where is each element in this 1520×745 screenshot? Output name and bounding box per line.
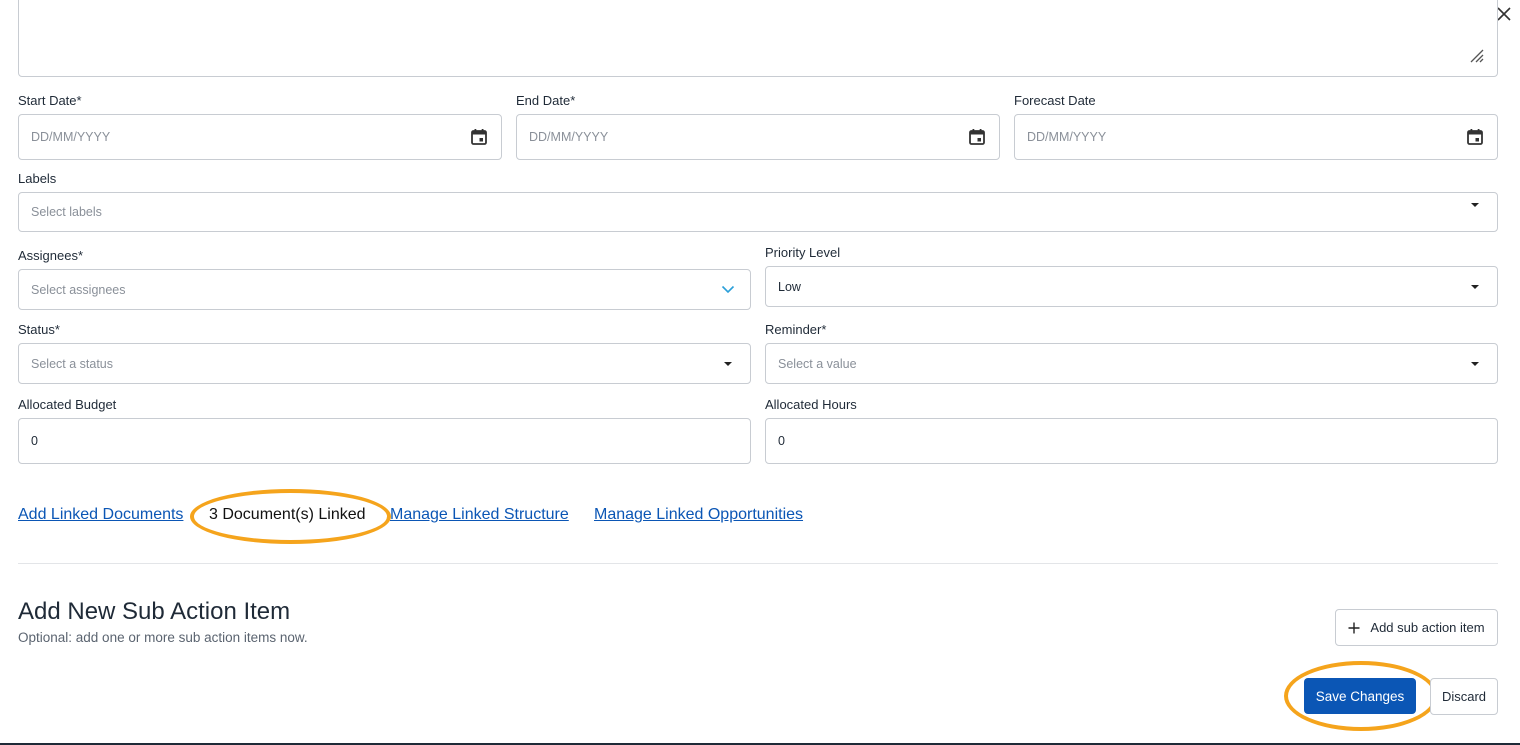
close-icon [1497, 7, 1511, 21]
priority-level-label: Priority Level [765, 245, 841, 260]
sub-action-title: Add New Sub Action Item [18, 598, 291, 625]
caret-down-icon [1465, 201, 1485, 209]
reminder-label: Reminder* [765, 322, 827, 337]
start-date-label: Start Date* [18, 93, 82, 108]
end-date-label: End Date* [516, 93, 576, 108]
save-changes-label: Save Changes [1315, 688, 1405, 704]
start-date-placeholder: DD/MM/YYYY [31, 130, 111, 144]
chevron-down-icon [718, 280, 738, 300]
plus-icon [1348, 622, 1360, 633]
allocated-budget-input[interactable]: 0 [18, 418, 751, 464]
allocated-hours-label: Allocated Hours [765, 397, 857, 412]
save-changes-button[interactable]: Save Changes [1304, 678, 1416, 714]
section-divider [18, 563, 1498, 564]
start-date-input[interactable]: DD/MM/YYYY [18, 114, 502, 160]
forecast-date-input[interactable]: DD/MM/YYYY [1014, 114, 1498, 160]
calendar-icon[interactable] [967, 127, 987, 147]
documents-linked-count[interactable]: 3 Document(s) Linked [209, 506, 366, 524]
reminder-select[interactable]: Select a value [765, 343, 1498, 384]
add-sub-action-item-button[interactable]: Add sub action item [1335, 609, 1498, 646]
calendar-icon[interactable] [469, 127, 489, 147]
manage-linked-opportunities-link[interactable]: Manage Linked Opportunities [594, 506, 803, 524]
labels-placeholder: Select labels [31, 205, 102, 219]
assignees-select[interactable]: Select assignees [18, 269, 751, 310]
resize-grip-icon[interactable] [1465, 44, 1485, 64]
assignees-label: Assignees* [18, 248, 84, 263]
allocated-budget-label: Allocated Budget [18, 397, 117, 412]
status-placeholder: Select a status [31, 356, 113, 371]
status-select[interactable]: Select a status [18, 343, 751, 384]
reminder-placeholder: Select a value [778, 356, 857, 371]
caret-down-icon [1465, 354, 1485, 374]
add-sub-action-item-label: Add sub action item [1370, 620, 1485, 635]
add-linked-documents-link[interactable]: Add Linked Documents [18, 506, 183, 524]
caret-down-icon [1465, 277, 1485, 297]
assignees-placeholder: Select assignees [31, 282, 126, 297]
labels-select[interactable]: Select labels [18, 192, 1498, 232]
labels-label: Labels [18, 171, 57, 186]
end-date-placeholder: DD/MM/YYYY [529, 130, 609, 144]
allocated-budget-value: 0 [31, 434, 38, 448]
caret-down-icon [718, 354, 738, 374]
manage-linked-structure-link[interactable]: Manage Linked Structure [390, 506, 569, 524]
allocated-hours-value: 0 [778, 434, 785, 448]
discard-label: Discard [1441, 689, 1487, 704]
forecast-date-placeholder: DD/MM/YYYY [1027, 130, 1107, 144]
end-date-input[interactable]: DD/MM/YYYY [516, 114, 1000, 160]
calendar-icon[interactable] [1465, 127, 1485, 147]
status-label: Status* [18, 322, 60, 337]
priority-level-value: Low [778, 279, 801, 294]
priority-level-select[interactable]: Low [765, 266, 1498, 307]
description-textarea[interactable] [18, 0, 1498, 77]
discard-button[interactable]: Discard [1430, 678, 1498, 715]
forecast-date-label: Forecast Date [1014, 93, 1096, 108]
allocated-hours-input[interactable]: 0 [765, 418, 1498, 464]
sub-action-subtitle: Optional: add one or more sub action ite… [18, 630, 308, 645]
